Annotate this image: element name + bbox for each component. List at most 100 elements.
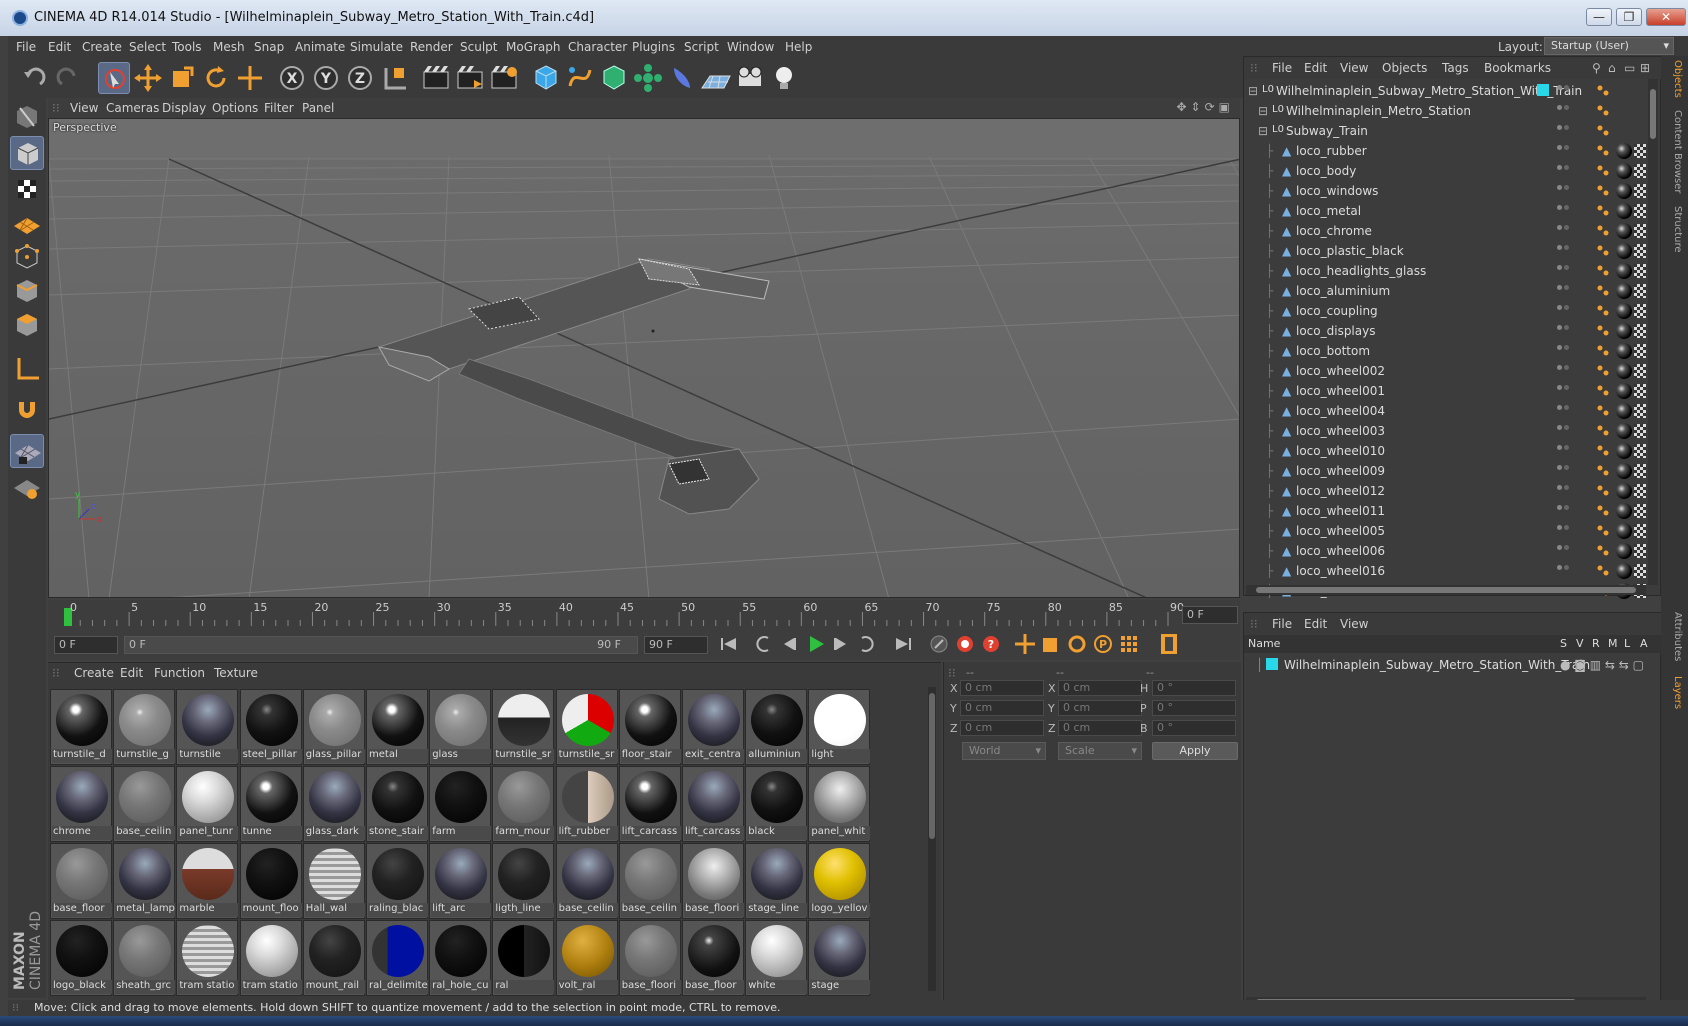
col-manager[interactable]: M (1608, 637, 1618, 650)
object-name[interactable]: loco_body (1296, 164, 1356, 178)
material-tag-icon[interactable] (1616, 423, 1632, 439)
array-button[interactable] (632, 62, 664, 94)
material-swatch[interactable]: farm_mour (492, 766, 555, 842)
layer-color-swatch[interactable] (1537, 84, 1549, 96)
menu-snap[interactable]: Snap (254, 40, 284, 54)
workplane-mode-button[interactable] (10, 206, 44, 240)
floor-button[interactable] (700, 62, 732, 94)
pos-y-field[interactable]: 0 cm (960, 700, 1044, 716)
material-swatch[interactable]: glass_dark (302, 766, 365, 842)
uvw-tag-icon[interactable] (1634, 324, 1646, 338)
material-swatch[interactable]: Hall_wal (302, 843, 365, 919)
uvw-tag-icon[interactable] (1634, 384, 1646, 398)
material-swatch[interactable]: turnstile_sr (555, 689, 618, 765)
goto-prev-key-button[interactable] (750, 632, 776, 656)
prev-frame-button[interactable] (776, 632, 802, 656)
visibility-dots[interactable] (1557, 245, 1571, 257)
phong-tag-icon[interactable] (1596, 264, 1610, 278)
material-swatch[interactable]: base_ceilin (555, 843, 618, 919)
material-swatch[interactable]: glass (429, 689, 492, 765)
vp-menu-display[interactable]: Display (162, 101, 206, 115)
perspective-viewport[interactable]: y x z Perspective (48, 118, 1240, 598)
material-swatch[interactable]: mount_floo (239, 843, 302, 919)
layer-flag-icons[interactable]: ● ◙ ▥ ⇆ ⇆ ▢ (1560, 658, 1644, 672)
visibility-dots[interactable] (1557, 145, 1571, 157)
move-tool-button[interactable] (132, 62, 164, 94)
material-tag-icon[interactable] (1616, 303, 1632, 319)
tab-content-browser[interactable]: Content Browser (1665, 110, 1683, 193)
material-swatch[interactable]: lift_arc (429, 843, 492, 919)
coord-space-dropdown[interactable]: World ▾ (962, 742, 1046, 760)
uvw-tag-icon[interactable] (1634, 404, 1646, 418)
menu-character[interactable]: Character (568, 40, 627, 54)
object-row[interactable]: ├ ▲ loco_windows (1244, 181, 1646, 201)
object-row[interactable]: ⊟ L0 Subway_Train (1244, 121, 1644, 141)
object-name[interactable]: loco_wheel001 (1296, 384, 1385, 398)
nurbs-button[interactable] (598, 62, 630, 94)
uvw-tag-icon[interactable] (1634, 464, 1646, 478)
material-tag-icon[interactable] (1616, 163, 1632, 179)
material-swatch[interactable]: stone_stair (366, 766, 428, 842)
material-swatch[interactable]: black (745, 766, 808, 842)
material-tag-icon[interactable] (1616, 543, 1632, 559)
col-locked[interactable]: L (1624, 637, 1630, 650)
object-row[interactable]: ├ ▲ loco_wheel001 (1244, 381, 1646, 401)
tab-structure[interactable]: Structure (1665, 206, 1683, 253)
material-swatch[interactable]: floor_stair (618, 689, 681, 765)
timeline-ruler[interactable]: 0 5 10 15 20 25 30 35 40 45 50 55 60 65 70 75 80 85 90 0 F (48, 600, 1240, 630)
material-swatch[interactable]: volt_ral (555, 920, 618, 996)
scale-tool-button[interactable] (166, 62, 198, 94)
menu-create[interactable]: Create (82, 40, 122, 54)
material-swatch[interactable]: white (745, 920, 808, 996)
material-swatch[interactable]: lift_carcass (618, 766, 681, 842)
object-row[interactable]: ├ ▲ loco_wheel003 (1244, 421, 1646, 441)
phong-tag-icon[interactable] (1596, 464, 1610, 478)
layer-color-swatch[interactable] (1266, 658, 1278, 670)
object-row[interactable]: ├ ▲ loco_coupling (1244, 301, 1646, 321)
material-swatch[interactable]: exit_centra (682, 689, 744, 765)
phong-tag-icon[interactable] (1596, 204, 1610, 218)
object-row[interactable]: ├ ▲ loco_bottom (1244, 341, 1646, 361)
phong-tag-icon[interactable] (1596, 484, 1610, 498)
uvw-tag-icon[interactable] (1634, 344, 1646, 358)
render-picture-viewer-button[interactable] (454, 62, 486, 94)
menu-plugins[interactable]: Plugins (632, 40, 675, 54)
object-row[interactable]: ├ ▲ loco_wheel006 (1244, 541, 1646, 561)
material-swatch[interactable]: base_floor (50, 843, 112, 919)
object-row[interactable]: ├ ▲ loco_wheel005 (1244, 521, 1646, 541)
material-tag-icon[interactable] (1616, 443, 1632, 459)
object-row[interactable]: ├ ▲ loco_wheel011 (1244, 501, 1646, 521)
material-tag-icon[interactable] (1616, 263, 1632, 279)
object-name[interactable]: loco_wheel006 (1296, 544, 1385, 558)
phong-tag-icon[interactable] (1596, 284, 1610, 298)
material-tag-icon[interactable] (1616, 183, 1632, 199)
menu-simulate[interactable]: Simulate (350, 40, 403, 54)
size-y-field[interactable]: 0 cm (1058, 700, 1142, 716)
object-name[interactable]: loco_headlights_glass (1296, 264, 1426, 278)
phong-tag-icon[interactable] (1596, 244, 1610, 258)
material-swatch[interactable]: base_floor (682, 920, 744, 996)
visibility-dots[interactable] (1557, 85, 1571, 97)
object-name[interactable]: loco_wheel010 (1296, 444, 1385, 458)
object-row[interactable]: ├ ▲ loco_metal (1244, 201, 1646, 221)
layer-row[interactable]: │ Wilhelminaplein_Subway_Metro_Station_W… (1244, 655, 1644, 675)
size-x-field[interactable]: 0 cm (1058, 680, 1142, 696)
phong-tag-icon[interactable] (1596, 364, 1610, 378)
rot-p-field[interactable]: 0 ° (1152, 700, 1236, 716)
visibility-dots[interactable] (1557, 565, 1571, 577)
size-mode-dropdown[interactable]: Scale ▾ (1058, 742, 1142, 760)
visibility-dots[interactable] (1557, 425, 1571, 437)
object-name[interactable]: loco_wheel004 (1296, 404, 1385, 418)
material-swatch[interactable]: base_ceilin (113, 766, 176, 842)
menu-mograph[interactable]: MoGraph (506, 40, 561, 54)
goto-next-key-button[interactable] (854, 632, 880, 656)
material-swatch[interactable]: raling_blac (366, 843, 428, 919)
uvw-tag-icon[interactable] (1634, 564, 1646, 578)
goto-end-button[interactable] (890, 632, 916, 656)
phong-tag-icon[interactable] (1596, 424, 1610, 438)
visibility-dots[interactable] (1557, 165, 1571, 177)
object-row[interactable]: ├ ▲ loco_wheel010 (1244, 441, 1646, 461)
phong-tag-icon[interactable] (1596, 544, 1610, 558)
menu-script[interactable]: Script (684, 40, 719, 54)
rot-h-field[interactable]: 0 ° (1152, 680, 1236, 696)
